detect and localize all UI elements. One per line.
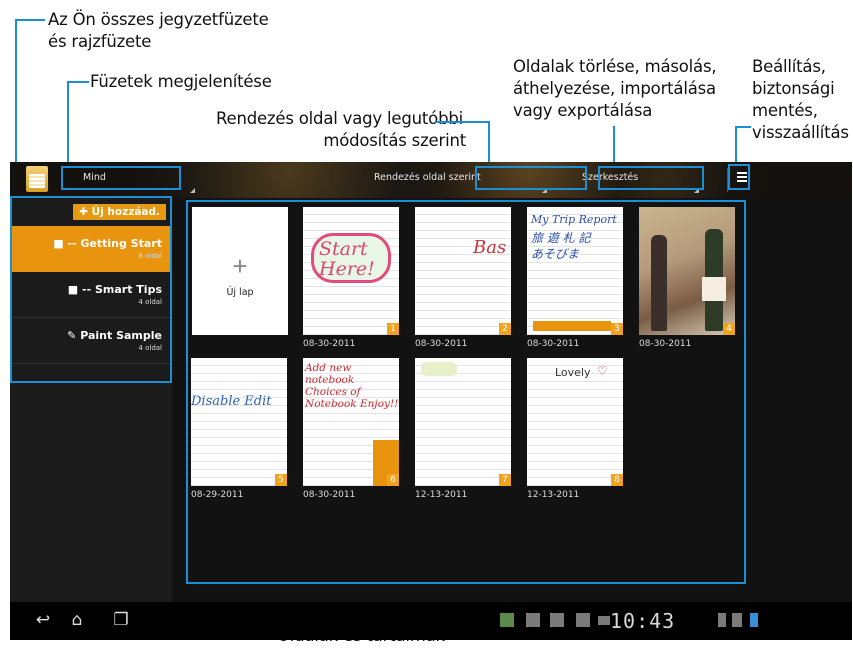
highlight-menu <box>728 164 750 190</box>
system-bar: ↩ ⌂ ❐ 10:43 <box>10 602 852 640</box>
callout-line <box>488 121 490 163</box>
download-icon[interactable] <box>550 613 564 627</box>
callout-line <box>15 19 45 21</box>
usb-icon[interactable] <box>576 613 590 627</box>
highlight-sort <box>475 166 587 190</box>
annotation-settings: Beállítás, biztonsági mentés, visszaállí… <box>752 57 849 142</box>
wifi-icon <box>718 613 726 627</box>
callout-line <box>735 126 751 128</box>
clock: 10:43 <box>610 609 676 633</box>
sort-value: Rendezés oldal szerint <box>374 172 481 183</box>
dropdown-arrow-icon <box>190 188 195 193</box>
highlight-filter <box>61 166 181 190</box>
annotation-all-notebooks: Az Ön összes jegyzetfüzete és rajzfüzete <box>48 10 269 51</box>
document-icon[interactable] <box>526 613 540 627</box>
back-icon[interactable]: ↩ <box>32 610 54 630</box>
highlight-sidebar <box>10 196 172 383</box>
highlight-pages <box>186 200 746 584</box>
annotation-show-notebooks: Füzetek megjelenítése <box>90 72 272 91</box>
mail-icon[interactable] <box>598 616 610 625</box>
home-icon[interactable]: ⌂ <box>66 610 88 630</box>
callout-line <box>435 121 490 123</box>
signal-icon <box>732 613 742 627</box>
callout-line <box>735 126 737 163</box>
annotation-sort: Rendezés oldal vagy legutóbbi módosítás … <box>215 109 466 150</box>
battery-icon <box>750 613 758 627</box>
notification-icon[interactable] <box>500 613 514 627</box>
annotation-edit: Oldalak törlése, másolás, áthelyezése, i… <box>513 57 717 120</box>
callout-line <box>67 81 89 83</box>
recent-apps-icon[interactable]: ❐ <box>110 610 132 630</box>
notebook-app-icon[interactable] <box>26 166 48 192</box>
highlight-edit <box>598 166 704 190</box>
callout-line <box>67 81 69 165</box>
callout-line <box>613 126 615 163</box>
